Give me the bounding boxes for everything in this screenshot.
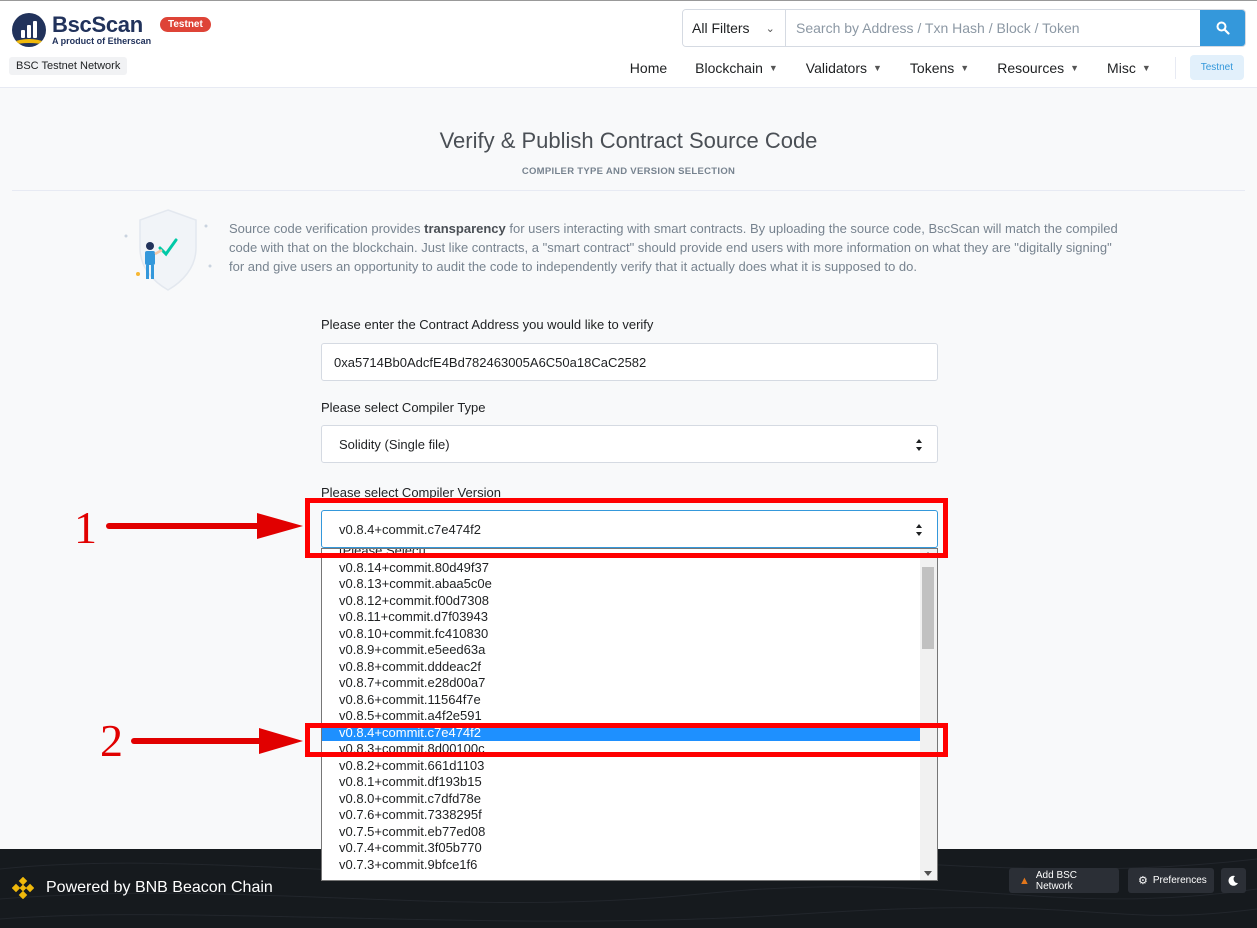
dropdown-option[interactable]: v0.8.1+commit.df193b15 — [322, 774, 920, 791]
dropdown-option[interactable]: v0.7.6+commit.7338295f — [322, 807, 920, 824]
contract-address-value: 0xa5714Bb0AdcfE4Bd782463005A6C50a18CaC25… — [334, 354, 647, 370]
dark-mode-toggle[interactable] — [1221, 868, 1246, 893]
bnb-logo-icon — [12, 877, 34, 899]
caret-down-icon: ▼ — [960, 62, 970, 73]
contract-address-input[interactable]: 0xa5714Bb0AdcfE4Bd782463005A6C50a18CaC25… — [321, 343, 938, 381]
nav-blockchain-label: Blockchain — [695, 59, 763, 76]
dropdown-option[interactable]: v0.7.4+commit.3f05b770 — [322, 840, 920, 857]
scrollbar-thumb[interactable] — [922, 567, 934, 649]
network-tag: BSC Testnet Network — [9, 57, 128, 75]
bscscan-logo-icon — [12, 13, 46, 47]
dropdown-option[interactable]: v0.8.8+commit.dddeac2f — [322, 659, 920, 676]
network-switch-button[interactable]: Testnet — [1189, 55, 1244, 80]
nav-home[interactable]: Home — [630, 60, 667, 76]
annotation-box-1 — [305, 498, 948, 558]
dropdown-option[interactable]: v0.8.13+commit.abaa5c0e — [322, 576, 920, 593]
moon-icon — [1228, 875, 1238, 886]
dropdown-option[interactable]: v0.8.2+commit.661d1103 — [322, 758, 920, 775]
dropdown-option[interactable]: v0.7.3+commit.9bfce1f6 — [322, 857, 920, 874]
preferences-button[interactable]: ⚙ Preferences — [1128, 868, 1214, 893]
site-header: BscScan A product of Etherscan Testnet B… — [0, 0, 1257, 88]
intro-text-bold: transparency — [424, 221, 506, 236]
nav-blockchain[interactable]: Blockchain ▼ — [695, 60, 778, 76]
nav-validators-label: Validators — [805, 59, 867, 76]
caret-down-icon: ▼ — [1070, 62, 1080, 73]
dropdown-option[interactable]: v0.8.6+commit.11564f7e — [322, 692, 920, 709]
intro-paragraph: Source code verification provides transp… — [229, 219, 1129, 276]
nav-misc-label: Misc — [1107, 59, 1136, 76]
intro-text-start: Source code verification provides — [229, 221, 425, 236]
preferences-label: Preferences — [1152, 875, 1207, 886]
compiler-type-label: Please select Compiler Type — [321, 400, 486, 415]
contract-address-label: Please enter the Contract Address you wo… — [321, 317, 654, 332]
dropdown-option[interactable]: v0.8.0+commit.c7dfd78e — [322, 791, 920, 808]
caret-down-icon: ▼ — [1141, 62, 1151, 73]
dropdown-option[interactable]: v0.8.9+commit.e5eed63a — [322, 642, 920, 659]
metamask-icon: ▲ — [1019, 874, 1030, 887]
compiler-version-dropdown[interactable]: [Please Select] v0.8.14+commit.80d49f37 … — [321, 548, 938, 881]
dropdown-option[interactable]: v0.8.10+commit.fc410830 — [322, 626, 920, 643]
nav-misc[interactable]: Misc ▼ — [1107, 60, 1151, 76]
search-input[interactable] — [786, 10, 1200, 46]
gear-icon: ⚙ — [1138, 875, 1148, 887]
footer-brand-text: Powered by BNB Beacon Chain — [46, 879, 273, 896]
nav-resources[interactable]: Resources ▼ — [997, 60, 1079, 76]
add-bsc-network-label: Add BSC Network — [1035, 869, 1078, 892]
nav-validators[interactable]: Validators ▼ — [806, 60, 882, 76]
nav-divider — [1174, 56, 1176, 79]
verification-illustration — [124, 209, 212, 291]
annotation-arrow-2 — [131, 728, 303, 754]
search-filter-label: All Filters — [692, 20, 750, 36]
search-filter-dropdown[interactable]: All Filters ⌄ — [683, 10, 786, 46]
dropdown-option[interactable]: v0.8.11+commit.d7f03943 — [322, 609, 920, 626]
logo-name: BscScan — [52, 11, 143, 37]
footer-brand: Powered by BNB Beacon Chain — [12, 877, 273, 899]
chevron-down-icon: ⌄ — [765, 22, 775, 35]
compiler-type-value: Solidity (Single file) — [339, 436, 450, 452]
dropdown-scrollbar[interactable] — [920, 549, 937, 880]
annotation-number-2: 2 — [100, 715, 123, 766]
main-nav: Home Blockchain ▼ Validators ▼ Tokens ▼ Res… — [602, 55, 1244, 80]
nav-tokens[interactable]: Tokens ▼ — [910, 60, 969, 76]
annotation-arrow-1 — [106, 513, 303, 539]
bscscan-logo[interactable]: BscScan A product of Etherscan — [12, 13, 151, 47]
dropdown-option[interactable]: v0.7.5+commit.eb77ed08 — [322, 824, 920, 841]
dropdown-option[interactable]: v0.8.12+commit.f00d7308 — [322, 593, 920, 610]
nav-home-label: Home — [629, 59, 668, 76]
dropdown-option[interactable]: v0.8.7+commit.e28d00a7 — [322, 675, 920, 692]
caret-down-icon: ▼ — [768, 62, 778, 73]
select-arrows-icon — [916, 439, 922, 451]
page-subtitle: COMPILER TYPE AND VERSION SELECTION — [521, 166, 736, 177]
divider — [12, 190, 1245, 191]
caret-down-icon: ▼ — [873, 62, 882, 73]
logo-subtitle: A product of Etherscan — [52, 35, 152, 46]
nav-resources-label: Resources — [997, 59, 1065, 76]
search-button[interactable] — [1200, 10, 1245, 46]
page-title: Verify & Publish Contract Source Code — [439, 128, 818, 153]
add-bsc-network-button[interactable]: ▲ Add BSC Network — [1009, 868, 1119, 893]
testnet-badge: Testnet — [160, 17, 211, 32]
search-bar: All Filters ⌄ — [682, 9, 1246, 47]
scroll-down-arrow-icon[interactable] — [924, 871, 932, 876]
annotation-box-2 — [305, 723, 948, 757]
compiler-type-select[interactable]: Solidity (Single file) — [321, 425, 938, 463]
nav-tokens-label: Tokens — [909, 59, 955, 76]
annotation-number-1: 1 — [74, 502, 97, 553]
dropdown-option[interactable]: v0.8.14+commit.80d49f37 — [322, 560, 920, 577]
dropdown-list: [Please Select] v0.8.14+commit.80d49f37 … — [322, 549, 937, 874]
search-icon — [1216, 21, 1230, 35]
